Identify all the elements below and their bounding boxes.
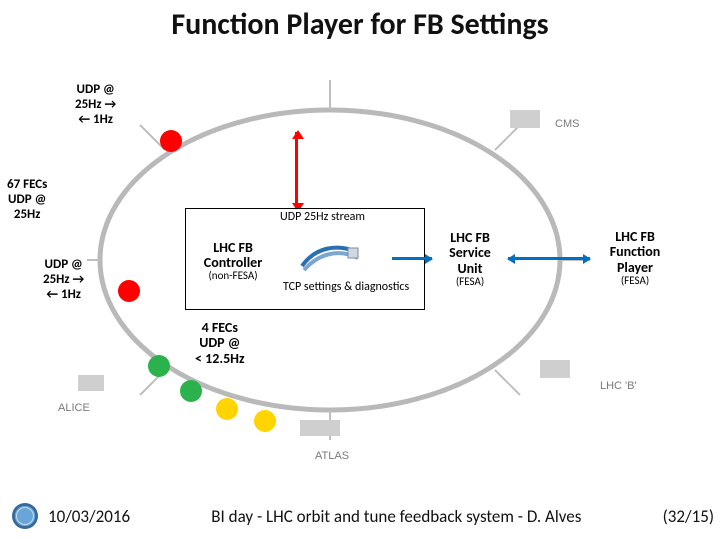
text: LHC FB xyxy=(615,229,655,244)
box-lhc-fb-service-unit: LHC FB Service Unit (FESA) xyxy=(435,222,505,296)
footer-date: 10/03/2016 xyxy=(48,506,130,527)
label-4-fecs: 4 FECs UDP @ < 12.5Hz xyxy=(195,320,245,366)
footer-talk-title: BI day - LHC orbit and tune feedback sys… xyxy=(130,506,663,527)
label-tcp-settings: TCP settings & diagnostics xyxy=(283,281,409,294)
kicker-node-icon xyxy=(148,355,170,377)
label-udp-25hz-1hz-mid: UDP @ 25Hz → ← 1Hz xyxy=(40,255,87,306)
text: Player xyxy=(617,260,653,275)
label-lhcb: LHC 'B' xyxy=(600,380,637,392)
text: LHC FB xyxy=(213,240,253,255)
label-udp-25hz-1hz-top: UDP @ 25Hz → ← 1Hz xyxy=(72,80,119,131)
text: (FESA) xyxy=(621,275,649,287)
text: Controller xyxy=(204,255,262,270)
bpm-node-icon xyxy=(118,280,140,302)
kicker-node-icon xyxy=(216,398,238,420)
slide-title: Function Player for FB Settings xyxy=(0,6,720,43)
text: (non-FESA) xyxy=(208,270,257,282)
label-cms: CMS xyxy=(555,118,579,130)
text: Function xyxy=(610,244,661,259)
footer-page-number: (32/15) xyxy=(663,506,720,527)
kicker-node-icon xyxy=(180,380,202,402)
text: Unit xyxy=(458,261,483,276)
label-atlas: ATLAS xyxy=(315,450,349,462)
text: LHC FB xyxy=(450,230,490,245)
box-lhc-fb-controller: LHC FB Controller (non-FESA) xyxy=(193,232,273,290)
kicker-node-icon xyxy=(254,410,276,432)
text: (FESA) xyxy=(456,276,484,288)
label-udp-stream: UDP 25Hz stream xyxy=(280,210,365,224)
text: Service xyxy=(449,245,491,260)
label-67-fecs: 67 FECs UDP @ 25Hz xyxy=(4,175,50,226)
box-lhc-fb-function-player: LHC FB Function Player (FESA) xyxy=(595,216,675,300)
arrow-udp-stream-icon xyxy=(295,132,298,210)
slide-footer: 10/03/2016 BI day - LHC orbit and tune f… xyxy=(0,502,720,530)
label-alice: ALICE xyxy=(58,402,90,414)
bpm-node-icon xyxy=(160,130,182,152)
cern-logo-icon xyxy=(12,503,38,529)
